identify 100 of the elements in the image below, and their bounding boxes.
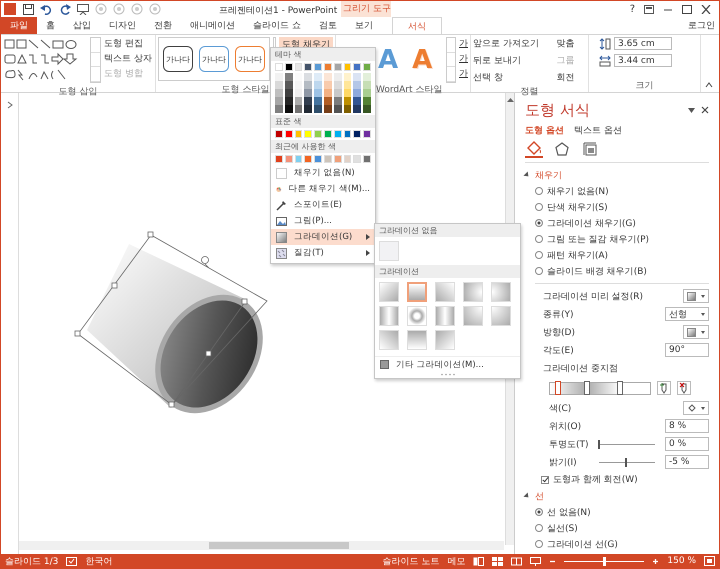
color-swatch[interactable] xyxy=(344,155,352,163)
horizontal-scrollbar[interactable] xyxy=(19,541,504,550)
shape-style-sample[interactable]: 가나다 xyxy=(199,46,229,72)
pane-options-icon[interactable] xyxy=(688,108,695,112)
ribbon-command[interactable]: 선택 창 xyxy=(473,71,550,83)
gradient-variant-tile[interactable] xyxy=(435,330,455,350)
normal-view-icon[interactable] xyxy=(473,556,484,566)
color-swatch[interactable] xyxy=(363,155,371,163)
color-swatch[interactable] xyxy=(353,155,362,163)
comments-button[interactable]: 메모 xyxy=(447,554,466,568)
menu-item[interactable]: 다른 채우기 색(M)... xyxy=(271,181,375,197)
spelling-icon[interactable] xyxy=(66,556,78,566)
ribbon-command[interactable]: 맞춤 xyxy=(556,37,586,49)
zoom-level[interactable]: 150 % xyxy=(667,556,696,566)
line-section-header[interactable]: 선 xyxy=(525,488,709,504)
grid-view-icon[interactable] xyxy=(492,556,504,566)
ribbon-tab[interactable]: 애니메이션 xyxy=(181,17,244,34)
notes-button[interactable]: 슬라이드 노트 xyxy=(382,554,440,568)
menu-item[interactable]: 그라데이션(G) xyxy=(271,229,375,245)
rotate-with-shape-checkbox[interactable]: 도형과 함께 회전(W) xyxy=(525,471,709,488)
collapse-ribbon-icon[interactable] xyxy=(705,82,713,88)
width-field[interactable]: 3.44 cm xyxy=(614,54,672,67)
color-swatch[interactable] xyxy=(304,155,312,163)
fill-option-radio[interactable]: 채우기 없음(N) xyxy=(525,183,709,199)
undo-icon[interactable] xyxy=(40,4,54,14)
color-swatch[interactable] xyxy=(344,130,352,138)
line-option-radio[interactable]: 실선(S) xyxy=(525,520,709,536)
position-field[interactable]: 8 % xyxy=(665,419,709,433)
gradient-variant-tile[interactable] xyxy=(379,306,399,326)
color-swatch[interactable] xyxy=(304,130,312,138)
gradient-variant-tile[interactable] xyxy=(435,282,455,302)
gradient-variant-tile[interactable] xyxy=(463,282,483,302)
color-swatch[interactable] xyxy=(334,63,342,71)
shape-style-sample[interactable]: 가나다 xyxy=(235,46,265,72)
ribbon-command[interactable]: 뒤로 보내기 xyxy=(473,54,550,66)
expand-thumbnails-icon[interactable] xyxy=(6,101,12,109)
text-style-button[interactable]: 가 xyxy=(459,67,468,80)
color-shade-column[interactable] xyxy=(304,73,312,113)
gradient-variant-tile[interactable] xyxy=(379,330,399,350)
color-picker-button[interactable] xyxy=(683,401,709,415)
color-swatch[interactable] xyxy=(284,63,293,71)
gradient-variant-tile[interactable] xyxy=(491,306,511,326)
color-swatch[interactable] xyxy=(294,155,302,163)
brightness-slider[interactable] xyxy=(624,458,627,466)
fill-option-radio[interactable]: 단색 채우기(S) xyxy=(525,199,709,215)
reading-view-icon[interactable] xyxy=(511,556,522,566)
direction-dropdown[interactable] xyxy=(683,325,709,339)
ribbon-tab[interactable]: 홈 xyxy=(37,17,64,34)
menu-item[interactable]: 질감(T) xyxy=(271,245,375,261)
angle-field[interactable]: 90° xyxy=(665,343,709,357)
maximize-icon[interactable] xyxy=(682,4,692,14)
color-swatch[interactable] xyxy=(324,155,332,163)
ribbon-tab[interactable]: 슬라이드 쇼 xyxy=(244,17,310,34)
color-swatch[interactable] xyxy=(324,63,332,71)
radio-circle[interactable] xyxy=(535,235,543,243)
remove-stop-button[interactable] xyxy=(677,381,691,395)
zoom-in-icon[interactable] xyxy=(652,556,660,566)
shape-style-sample[interactable]: 가나다 xyxy=(163,46,193,72)
color-swatch[interactable] xyxy=(275,130,283,138)
slideshow-icon[interactable] xyxy=(77,4,89,14)
color-shade-column[interactable] xyxy=(294,73,302,113)
type-dropdown[interactable]: 선형 xyxy=(665,307,709,321)
color-swatch[interactable] xyxy=(324,130,332,138)
close-icon[interactable] xyxy=(701,4,711,14)
scroll-up-icon[interactable] xyxy=(506,97,514,103)
size-layout-icon[interactable] xyxy=(581,140,599,158)
preset-dropdown[interactable] xyxy=(683,289,709,303)
color-swatch[interactable] xyxy=(284,155,293,163)
ribbon-tab[interactable]: 검토 xyxy=(310,17,346,34)
pane-tab[interactable]: 텍스트 옵션 xyxy=(574,123,622,138)
redo-icon[interactable] xyxy=(60,4,71,14)
ribbon-tab[interactable]: 서식 xyxy=(392,17,442,34)
ribbon-display-icon[interactable] xyxy=(644,4,654,14)
pane-tab[interactable]: 도형 옵션 xyxy=(525,123,564,138)
text-style-button[interactable]: 가 xyxy=(459,52,468,65)
fill-option-radio[interactable]: 패턴 채우기(A) xyxy=(525,247,709,263)
menu-item[interactable]: 그림(P)... xyxy=(271,213,375,229)
add-stop-button[interactable] xyxy=(657,381,671,395)
gradient-variant-tile[interactable] xyxy=(407,306,427,326)
slideshow-icon[interactable] xyxy=(530,556,542,566)
color-swatch[interactable] xyxy=(344,63,352,71)
fill-bucket-icon[interactable] xyxy=(525,140,543,158)
radio-circle[interactable] xyxy=(535,219,543,227)
gradient-variant-tile[interactable] xyxy=(491,282,511,302)
menu-item[interactable]: 기타 그라데이션(M)... xyxy=(375,356,520,372)
gradient-stop-handle[interactable] xyxy=(555,380,561,394)
gradient-variant-tile[interactable] xyxy=(463,306,483,326)
sign-in-link[interactable]: 로그인 xyxy=(688,17,719,34)
color-shade-column[interactable] xyxy=(353,73,362,113)
fill-option-radio[interactable]: 그림 또는 질감 채우기(P) xyxy=(525,231,709,247)
color-swatch[interactable] xyxy=(363,63,371,71)
language-indicator[interactable]: 한국어 xyxy=(85,554,112,568)
color-swatch[interactable] xyxy=(314,63,322,71)
ribbon-command[interactable]: 텍스트 상자 xyxy=(104,52,152,64)
cylinder-shape[interactable] xyxy=(87,244,263,414)
ribbon-tab[interactable]: 디자인 xyxy=(100,17,145,34)
radio-circle[interactable] xyxy=(535,524,543,532)
color-shade-column[interactable] xyxy=(324,73,332,113)
transparency-field[interactable]: 0 % xyxy=(665,437,709,451)
color-shade-column[interactable] xyxy=(363,73,371,113)
